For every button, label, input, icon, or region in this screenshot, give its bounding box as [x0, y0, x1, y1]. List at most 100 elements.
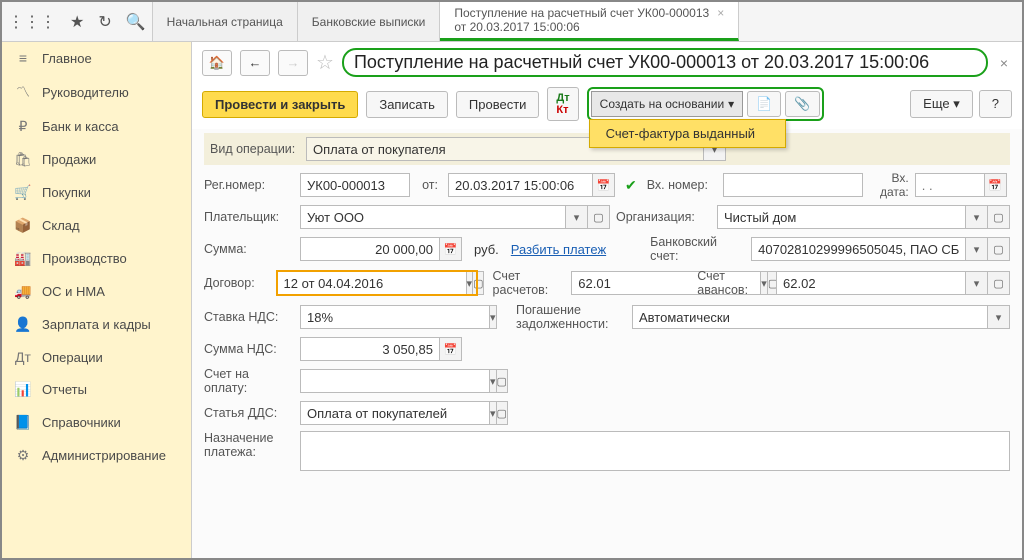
- help-button[interactable]: ?: [979, 90, 1012, 118]
- sidebar: ≡Главное 〽Руководителю ₽Банк и касса 🛍Пр…: [2, 42, 192, 558]
- dropdown-icon[interactable]: ▾: [988, 305, 1010, 329]
- in-no-input[interactable]: [723, 173, 863, 197]
- sidebar-item-admin[interactable]: ⚙Администрирование: [2, 439, 191, 472]
- create-based-button[interactable]: Создать на основании▾: [591, 91, 744, 117]
- tab-receipt[interactable]: Поступление на расчетный счет УК00-00001…: [440, 2, 739, 41]
- main-header: 🏠 ← → ☆ Поступление на расчетный счет УК…: [192, 42, 1022, 83]
- sidebar-item-catalogs[interactable]: 📘Справочники: [2, 406, 191, 439]
- open-icon[interactable]: ▢: [988, 205, 1010, 229]
- chart-icon: 〽: [14, 82, 32, 102]
- dds-label: Статья ДДС:: [204, 406, 294, 420]
- calendar-icon[interactable]: 📅: [593, 173, 615, 197]
- open-icon[interactable]: ▢: [988, 271, 1010, 295]
- sidebar-item-bank[interactable]: ₽Банк и касса: [2, 110, 191, 143]
- calendar-icon[interactable]: 📅: [985, 173, 1007, 197]
- vat-rate-label: Ставка НДС:: [204, 310, 294, 324]
- person-icon: 👤: [14, 316, 32, 333]
- favorite-icon[interactable]: ☆: [316, 50, 334, 75]
- sidebar-item-production[interactable]: 🏭Производство: [2, 242, 191, 275]
- dtkt-icon: Дт: [14, 349, 32, 365]
- in-date-label: Вх. дата:: [869, 171, 909, 199]
- page-title: Поступление на расчетный счет УК00-00001…: [342, 48, 988, 77]
- attach-button[interactable]: 📄: [747, 91, 781, 117]
- bag-icon: 🛍: [14, 151, 32, 168]
- dtkt-button[interactable]: ДтКт: [547, 87, 578, 121]
- vat-rate-input[interactable]: [300, 305, 490, 329]
- toolbar: Провести и закрыть Записать Провести ДтК…: [192, 83, 1022, 129]
- dropdown-icon[interactable]: ▾: [566, 205, 588, 229]
- history-icon[interactable]: ↻: [98, 12, 111, 32]
- dropdown-icon[interactable]: ▾: [966, 205, 988, 229]
- dropdown-icon[interactable]: ▾: [966, 271, 988, 295]
- reg-no-input[interactable]: [300, 173, 410, 197]
- dropdown-icon[interactable]: ▾: [490, 305, 497, 329]
- contract-input[interactable]: [277, 271, 467, 295]
- tab-bank-statements[interactable]: Банковские выписки: [298, 2, 441, 41]
- date-input[interactable]: [448, 173, 593, 197]
- open-icon[interactable]: ▢: [497, 369, 508, 393]
- ruble-icon: ₽: [14, 118, 32, 135]
- debt-input[interactable]: [632, 305, 988, 329]
- sidebar-item-reports[interactable]: 📊Отчеты: [2, 373, 191, 406]
- menu-icon: ≡: [14, 50, 32, 66]
- sidebar-item-operations[interactable]: ДтОперации: [2, 341, 191, 373]
- create-based-menu-item[interactable]: Счет-фактура выданный: [589, 119, 786, 148]
- barchart-icon: 📊: [14, 381, 32, 398]
- bank-acc-label: Банковский счет:: [650, 235, 745, 263]
- contract-label: Договор:: [204, 276, 271, 290]
- post-button[interactable]: Провести: [456, 91, 540, 118]
- back-button[interactable]: ←: [240, 50, 270, 76]
- post-and-close-button[interactable]: Провести и закрыть: [202, 91, 358, 118]
- bank-acc-input[interactable]: [751, 237, 966, 261]
- pay-acc-label: Счет на оплату:: [204, 367, 294, 395]
- split-payment-link[interactable]: Разбить платеж: [511, 242, 606, 257]
- tabs: Начальная страница Банковские выписки По…: [153, 2, 1022, 41]
- sidebar-item-stock[interactable]: 📦Склад: [2, 209, 191, 242]
- vat-sum-input[interactable]: [300, 337, 440, 361]
- in-date-input[interactable]: [915, 173, 985, 197]
- debt-label: Погашение задолженности:: [516, 303, 626, 331]
- truck-icon: 🚚: [14, 283, 32, 300]
- calc-icon[interactable]: 📅: [440, 337, 462, 361]
- open-icon[interactable]: ▢: [473, 271, 484, 295]
- open-icon[interactable]: ▢: [988, 237, 1010, 261]
- purpose-label: Назначение платежа:: [204, 431, 294, 459]
- calc-icon[interactable]: 📅: [440, 237, 462, 261]
- sidebar-item-sales[interactable]: 🛍Продажи: [2, 143, 191, 176]
- forward-button[interactable]: →: [278, 50, 308, 76]
- tab-home[interactable]: Начальная страница: [153, 2, 298, 41]
- clip-button[interactable]: 📎: [785, 91, 819, 117]
- close-button[interactable]: ×: [996, 55, 1012, 71]
- sidebar-item-purchases[interactable]: 🛒Покупки: [2, 176, 191, 209]
- save-button[interactable]: Записать: [366, 91, 448, 118]
- form: Вид операции: ▾ Рег.номер: от: 📅 ✔: [192, 129, 1022, 558]
- org-input[interactable]: [717, 205, 966, 229]
- sidebar-item-salary[interactable]: 👤Зарплата и кадры: [2, 308, 191, 341]
- search-icon[interactable]: 🔍: [126, 12, 146, 32]
- org-label: Организация:: [616, 210, 711, 224]
- create-based-group: Создать на основании▾ 📄 📎 Счет-фактура в…: [587, 87, 824, 121]
- sidebar-item-main[interactable]: ≡Главное: [2, 42, 191, 74]
- topbar: ⋮⋮⋮ ★ ↻ 🔍 Начальная страница Банковские …: [2, 2, 1022, 42]
- operation-type-label: Вид операции:: [210, 142, 300, 156]
- more-button[interactable]: Еще ▾: [910, 90, 973, 118]
- payer-input[interactable]: [300, 205, 566, 229]
- open-icon[interactable]: ▢: [497, 401, 508, 425]
- home-button[interactable]: 🏠: [202, 50, 232, 76]
- posted-icon: ✔: [625, 177, 637, 194]
- sidebar-item-assets[interactable]: 🚚ОС и НМА: [2, 275, 191, 308]
- close-icon[interactable]: ×: [717, 6, 724, 20]
- sidebar-item-manager[interactable]: 〽Руководителю: [2, 74, 191, 110]
- star-icon[interactable]: ★: [70, 12, 84, 32]
- acc-adv-input[interactable]: [776, 271, 966, 295]
- acc-adv-label: Счет авансов:: [697, 269, 770, 297]
- purpose-input[interactable]: [300, 431, 1010, 471]
- dds-input[interactable]: [300, 401, 490, 425]
- apps-icon[interactable]: ⋮⋮⋮: [8, 12, 56, 32]
- open-icon[interactable]: ▢: [588, 205, 610, 229]
- dropdown-icon[interactable]: ▾: [966, 237, 988, 261]
- sum-input[interactable]: [300, 237, 440, 261]
- pay-acc-input[interactable]: [300, 369, 490, 393]
- app-window: ⋮⋮⋮ ★ ↻ 🔍 Начальная страница Банковские …: [0, 0, 1024, 560]
- acc-settl-label: Счет расчетов:: [493, 269, 566, 297]
